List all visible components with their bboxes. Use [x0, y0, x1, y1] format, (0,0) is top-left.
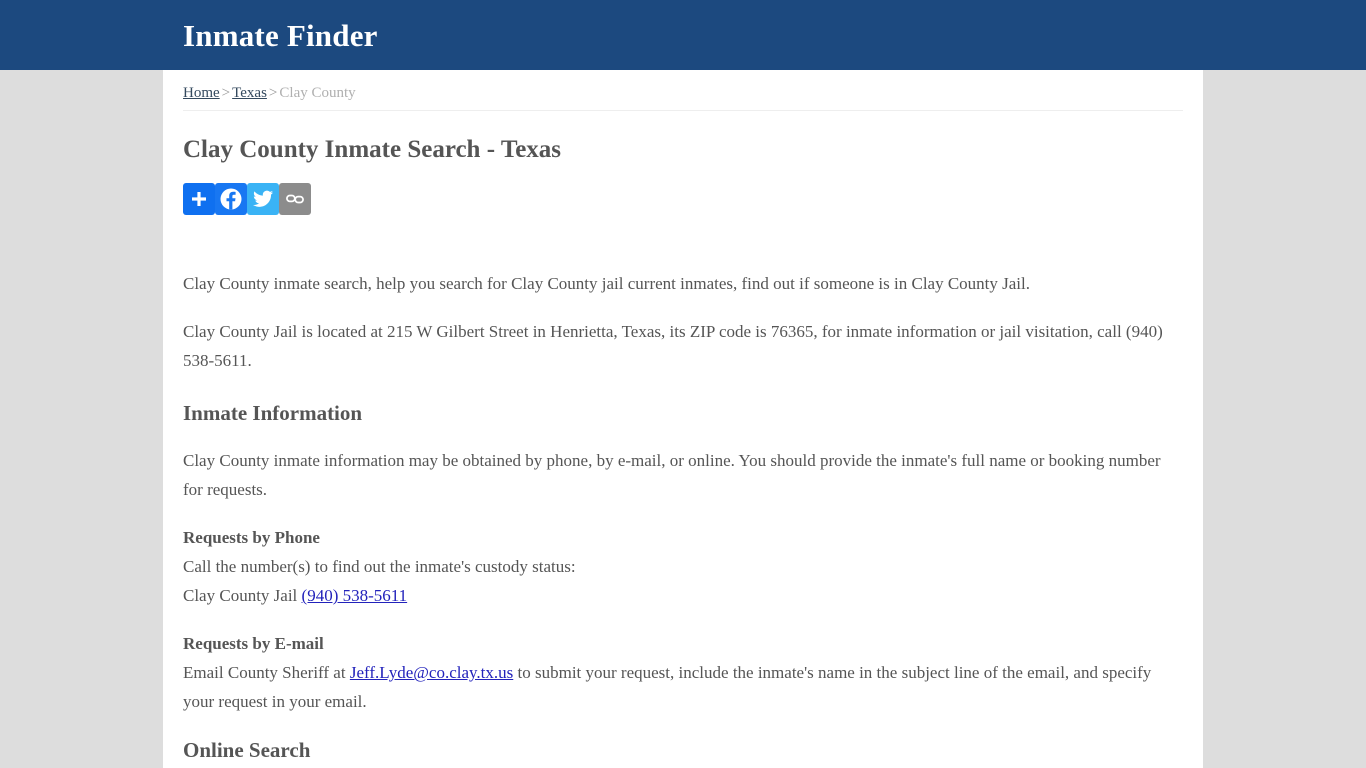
facebook-share-button[interactable] — [215, 183, 247, 215]
sheriff-email-link[interactable]: Jeff.Lyde@co.clay.tx.us — [350, 663, 513, 682]
content-sheet: Home > Texas > Clay County Clay County Inmat… — [163, 70, 1203, 768]
jail-name-label: Clay County Jail — [183, 586, 298, 606]
requests-by-phone-contact-line: Clay County Jail (940) 538-5611 — [183, 581, 1183, 610]
twitter-share-button[interactable] — [247, 183, 279, 215]
page-title: Clay County Inmate Search - Texas — [183, 136, 562, 163]
requests-by-email-heading: Requests by E-mail — [183, 634, 324, 654]
requests-by-email-block: Requests by E-mail Email County Sheriff … — [183, 629, 1183, 716]
link-chain-icon — [284, 188, 306, 210]
breadcrumb-separator-2: > — [268, 85, 278, 101]
location-paragraph: Clay County Jail is located at 215 W Gil… — [183, 322, 1163, 370]
share-button-row — [183, 183, 1183, 215]
facebook-icon — [219, 187, 243, 211]
email-text-before: Email County Sheriff at — [183, 663, 350, 683]
breadcrumb-link-texas[interactable]: Texas — [232, 85, 267, 101]
online-search-heading: Online Search — [183, 738, 311, 763]
requests-by-email-paragraph: Email County Sheriff at Jeff.Lyde@co.cla… — [183, 658, 1183, 716]
breadcrumb-link-home[interactable]: Home — [183, 85, 220, 101]
breadcrumb: Home > Texas > Clay County — [183, 70, 1183, 111]
jail-phone-link[interactable]: (940) 538-5611 — [302, 586, 408, 605]
intro-paragraph: Clay County inmate search, help you sear… — [183, 274, 1031, 293]
site-header: Inmate Finder — [0, 0, 1366, 70]
plus-icon — [189, 189, 209, 209]
inmate-information-heading: Inmate Information — [183, 401, 363, 425]
copy-link-button[interactable] — [279, 183, 311, 215]
requests-by-phone-heading: Requests by Phone — [183, 528, 320, 548]
requests-by-phone-instruction: Call the number(s) to find out the inmat… — [183, 557, 576, 577]
twitter-bird-icon — [252, 188, 274, 210]
share-spacer — [183, 215, 1183, 269]
requests-by-phone-block: Requests by Phone Call the number(s) to … — [183, 523, 1183, 610]
addthis-share-button[interactable] — [183, 183, 215, 215]
site-title: Inmate Finder — [183, 17, 378, 53]
inmate-information-paragraph: Clay County inmate information may be ob… — [183, 451, 1161, 500]
breadcrumb-current: Clay County — [279, 85, 356, 101]
page-background: Home > Texas > Clay County Clay County Inmat… — [0, 70, 1366, 768]
breadcrumb-separator-1: > — [221, 85, 231, 101]
